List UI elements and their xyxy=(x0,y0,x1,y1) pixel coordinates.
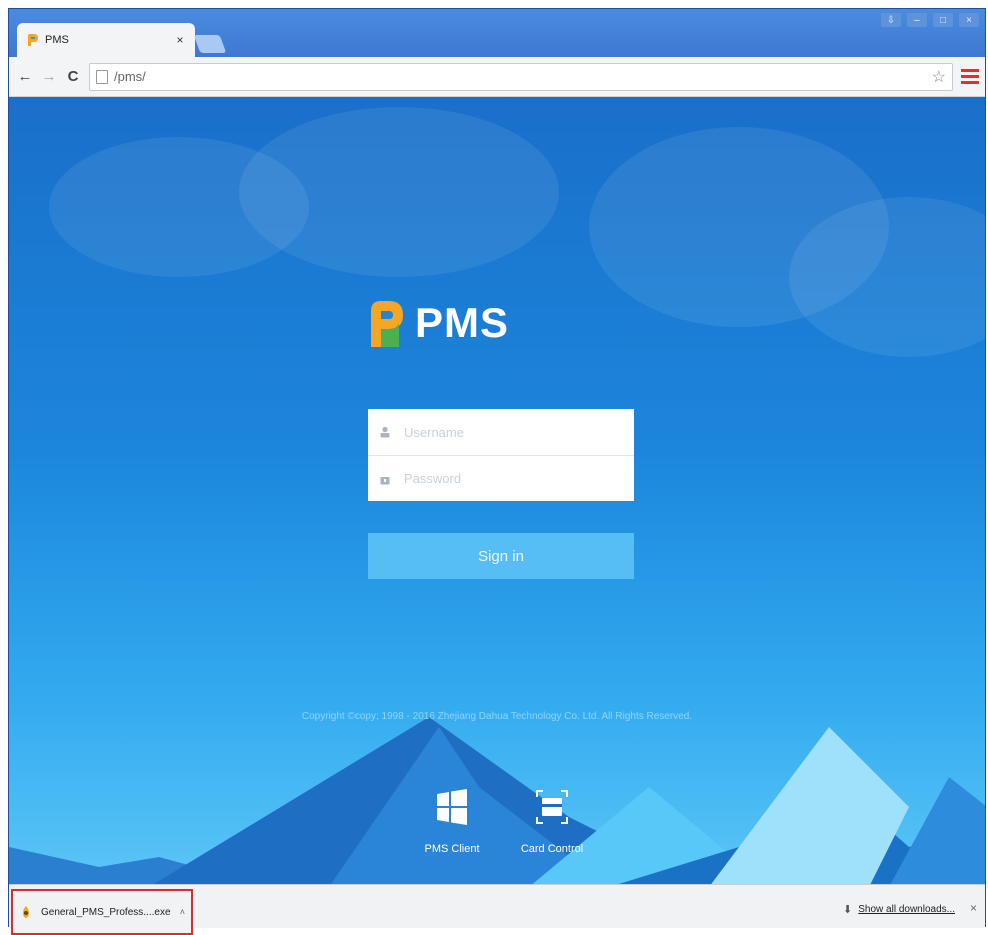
download-file-name: General_PMS_Profess....exe xyxy=(41,906,171,918)
login-page: PMS Sign in xyxy=(9,97,985,884)
card-control-link[interactable]: Card Control xyxy=(512,789,592,855)
browser-tab[interactable]: PMS × xyxy=(17,23,195,57)
download-item[interactable]: General_PMS_Profess....exe ˄ xyxy=(11,889,193,935)
new-tab-button[interactable] xyxy=(193,35,227,53)
reload-button[interactable]: C xyxy=(63,67,83,87)
pms-client-link[interactable]: PMS Client xyxy=(412,789,492,855)
show-all-downloads-label: Show all downloads... xyxy=(858,904,955,915)
minimize-button[interactable]: – xyxy=(907,13,927,27)
download-shelf: General_PMS_Profess....exe ˄ ⬇ Show all … xyxy=(9,884,985,935)
copyright-text: Copyright ©copy; 1998 - 2016 Zhejiang Da… xyxy=(301,711,693,722)
mountains-illustration xyxy=(9,717,985,884)
chrome-menu-icon[interactable] xyxy=(961,67,979,87)
page-icon xyxy=(96,69,108,84)
window-controls: ⇩ – □ × xyxy=(881,13,979,27)
title-bar: PMS × ⇩ – □ × xyxy=(9,9,985,57)
tab-close-icon[interactable]: × xyxy=(173,33,187,47)
show-all-downloads-link[interactable]: ⬇ Show all downloads... xyxy=(843,903,955,916)
card-control-icon xyxy=(536,790,568,824)
forward-button[interactable]: → xyxy=(39,67,59,87)
browser-window: PMS × ⇩ – □ × ← → C ☆ xyxy=(8,8,986,935)
username-input[interactable] xyxy=(404,424,624,440)
password-row xyxy=(368,455,634,501)
browser-toolbar: ← → C ☆ xyxy=(9,57,985,97)
logo-text: PMS xyxy=(415,299,510,346)
windows-icon xyxy=(437,789,467,825)
password-input[interactable] xyxy=(404,471,624,486)
username-row xyxy=(368,409,634,455)
close-window-button[interactable]: × xyxy=(959,13,979,27)
pms-logo: PMS xyxy=(367,297,509,349)
installer-file-icon xyxy=(23,906,29,918)
address-bar[interactable]: ☆ xyxy=(89,62,953,91)
pms-favicon-icon xyxy=(28,34,38,46)
bookmark-star-icon[interactable]: ☆ xyxy=(932,67,946,87)
url-input[interactable] xyxy=(114,69,932,84)
login-form xyxy=(368,409,634,501)
pms-client-label: PMS Client xyxy=(424,843,480,855)
sign-in-button[interactable]: Sign in xyxy=(368,533,634,579)
close-shelf-icon[interactable]: × xyxy=(970,901,977,915)
card-control-label: Card Control xyxy=(520,843,584,855)
lock-icon xyxy=(378,472,392,486)
pms-logo-icon xyxy=(371,301,403,347)
tab-title: PMS xyxy=(45,34,69,46)
download-options-icon[interactable]: ˄ xyxy=(180,907,185,917)
back-button[interactable]: ← xyxy=(15,67,35,87)
download-arrow-icon: ⬇ xyxy=(843,904,853,916)
profile-button[interactable]: ⇩ xyxy=(881,13,901,27)
maximize-button[interactable]: □ xyxy=(933,13,953,27)
user-icon xyxy=(378,425,392,439)
